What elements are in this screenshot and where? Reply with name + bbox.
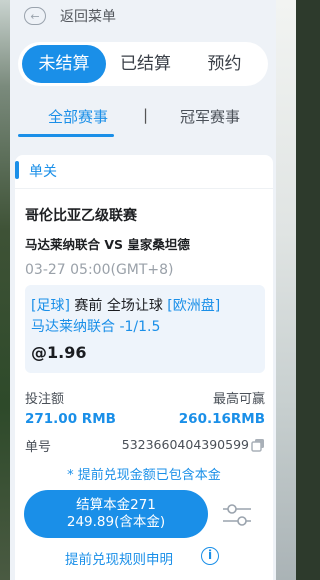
background-right bbox=[276, 0, 296, 580]
odds-value: @1.96 bbox=[31, 343, 87, 362]
sport-tag: [足球] bbox=[31, 298, 70, 314]
card-divider bbox=[15, 188, 273, 189]
match-name: 马达莱纳联合 VS 皇家桑坦德 bbox=[25, 237, 190, 252]
odds-type-tag: [欧洲盘] bbox=[167, 298, 221, 314]
event-subtabs: 全部赛事 | 冠军赛事 bbox=[10, 96, 276, 137]
bet-type-label: 单关 bbox=[29, 164, 57, 180]
cashout-line-1: 结算本金271 bbox=[76, 497, 156, 513]
tab-unsettled[interactable]: 未结算 bbox=[22, 45, 106, 83]
status-segment: 未结算 已结算 预约 bbox=[18, 42, 268, 86]
single-marker bbox=[15, 161, 19, 179]
cashout-note: * 提前兑现金额已包含本金 bbox=[67, 468, 221, 483]
stake-value: 271.00 RMB bbox=[25, 411, 116, 427]
back-arrow-icon: ← bbox=[24, 7, 46, 25]
tab-reserved[interactable]: 预约 bbox=[185, 45, 264, 83]
market-name: 赛前 全场让球 bbox=[74, 298, 163, 314]
bet-detail-box: [足球] 赛前 全场让球 [欧洲盘] 马达莱纳联合 -1/1.5 @1.96 bbox=[25, 285, 265, 373]
bet-market-line: [足球] 赛前 全场让球 [欧洲盘] bbox=[31, 295, 220, 315]
subtab-underline bbox=[18, 134, 114, 137]
order-number: 5323660404390599 bbox=[121, 437, 249, 452]
back-to-menu[interactable]: ← 返回菜单 bbox=[10, 0, 276, 32]
back-label: 返回菜单 bbox=[60, 9, 116, 25]
copy-icon[interactable] bbox=[251, 438, 265, 452]
cashout-button[interactable]: 结算本金271 249.89(含本金) bbox=[24, 490, 208, 538]
match-time: 03-27 05:00(GMT+8) bbox=[25, 262, 174, 278]
max-win-label: 最高可赢 bbox=[212, 392, 265, 407]
stake-label: 投注额 bbox=[25, 392, 65, 407]
tab-all-events[interactable]: 全部赛事 bbox=[48, 106, 108, 127]
cashout-rules-link[interactable]: 提前兑现规则申明 bbox=[65, 548, 173, 568]
cashout-line-2: 249.89(含本金) bbox=[66, 514, 166, 530]
league-name: 哥伦比亚乙级联赛 bbox=[25, 208, 137, 224]
bet-card: 单关 哥伦比亚乙级联赛 马达莱纳联合 VS 皇家桑坦德 03-27 05:00(… bbox=[15, 155, 273, 580]
slider-settings-icon[interactable] bbox=[221, 500, 253, 530]
subtab-separator: | bbox=[143, 106, 149, 124]
selection: 马达莱纳联合 -1/1.5 bbox=[31, 319, 161, 335]
tab-settled[interactable]: 已结算 bbox=[106, 45, 185, 83]
tab-champion-events[interactable]: 冠军赛事 bbox=[180, 106, 240, 127]
info-icon[interactable]: i bbox=[201, 547, 219, 565]
bet-record-panel: ← 返回菜单 未结算 已结算 预约 全部赛事 | 冠军赛事 单关 哥伦比亚乙级联… bbox=[10, 0, 276, 580]
max-win-value: 260.16RMB bbox=[178, 411, 265, 427]
order-label: 单号 bbox=[25, 440, 52, 455]
background-left bbox=[0, 0, 10, 580]
